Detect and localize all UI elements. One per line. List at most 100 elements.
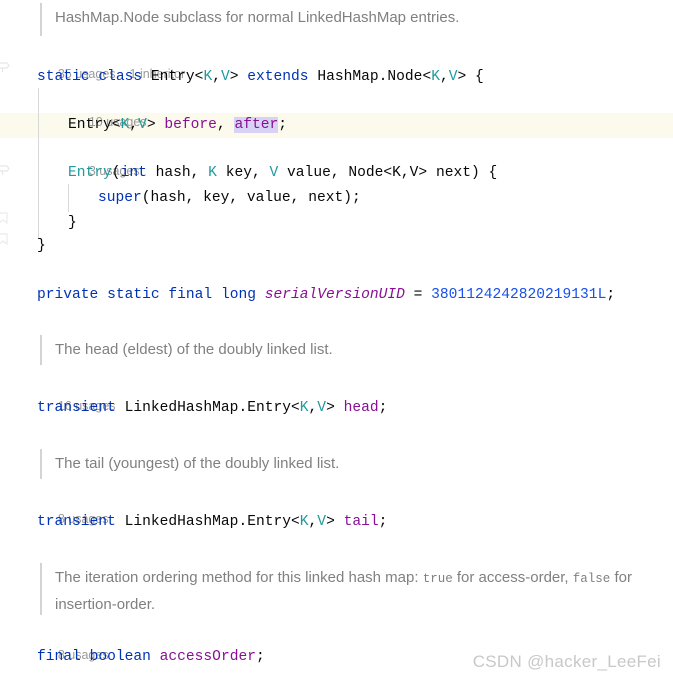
paren-close: ) — [471, 165, 480, 181]
field-before: before — [164, 117, 217, 133]
generic-param-k: K — [299, 514, 309, 530]
param-next: next — [435, 165, 471, 181]
doc-comment-head-field: The head (eldest) of the doubly linked l… — [40, 335, 648, 365]
bookmark-marker-icon[interactable] — [0, 211, 11, 226]
doc-text-mid: for access-order, — [452, 569, 573, 586]
type-linkedhashmap-entry: LinkedHashMap.Entry — [124, 514, 291, 530]
generic-param-k: K — [120, 117, 130, 133]
code-line-before-after-fields[interactable]: Entry<K,V> before, after; — [68, 113, 287, 138]
generic-close-bracket: > — [326, 514, 335, 530]
keyword-private: private — [37, 287, 99, 303]
semicolon: ; — [378, 514, 388, 530]
generic-close-bracket: > — [326, 400, 335, 416]
param-key: key — [225, 165, 252, 181]
keyword-boolean: boolean — [89, 649, 151, 665]
doc-literal-false: false — [572, 572, 611, 586]
code-line-head-declaration[interactable]: transient LinkedHashMap.Entry<K,V> head; — [37, 396, 387, 421]
code-line-super-call[interactable]: super(hash, key, value, next); — [98, 186, 361, 211]
code-line-serial-version-uid[interactable]: private static final long serialVersionU… — [37, 283, 615, 308]
generic-comma: , — [308, 514, 318, 530]
open-brace: { — [475, 69, 484, 85]
param-comma: , — [251, 165, 261, 181]
type-linkedhashmap-entry: LinkedHashMap.Entry — [124, 400, 291, 416]
generic-close-bracket: > — [229, 69, 239, 85]
close-brace: } — [37, 238, 46, 254]
keyword-static: static — [37, 69, 90, 85]
keyword-extends: extends — [247, 69, 309, 85]
generic-open-bracket: < — [291, 400, 300, 416]
open-brace: { — [488, 165, 498, 181]
doc-text: HashMap.Node subclass for normal LinkedH… — [55, 9, 460, 26]
csdn-watermark: CSDN @hacker_LeeFei — [472, 652, 661, 671]
field-tail: tail — [343, 514, 379, 530]
keyword-transient: transient — [37, 514, 116, 530]
class-name-entry: Entry — [150, 69, 195, 85]
code-line-class-declaration[interactable]: static class Entry<K,V> extends HashMap.… — [37, 65, 484, 90]
overridden-method-marker-icon[interactable] — [0, 163, 11, 178]
semicolon: ; — [606, 287, 616, 303]
param-type-node: Node<K,V> — [348, 165, 428, 181]
generic-comma: , — [129, 117, 139, 133]
code-content[interactable]: HashMap.Node subclass for normal LinkedH… — [0, 0, 673, 680]
keyword-transient: transient — [37, 400, 116, 416]
keyword-static: static — [107, 287, 160, 303]
param-type-v: V — [269, 165, 279, 181]
param-hash: hash — [155, 165, 191, 181]
field-access-order: accessOrder — [159, 649, 256, 665]
inheritor-marker-icon[interactable] — [0, 60, 11, 75]
editor-gutter[interactable] — [0, 0, 30, 680]
paren-open: ( — [111, 165, 121, 181]
generic-open-bracket: < — [422, 69, 432, 85]
doc-comment-tail-field: The tail (youngest) of the doubly linked… — [40, 449, 648, 479]
doc-comment-entry-class: HashMap.Node subclass for normal LinkedH… — [40, 3, 648, 36]
super-call-arguments: (hash, key, value, next); — [141, 190, 361, 206]
code-line-constructor-signature[interactable]: Entry(int hash, K key, V value, Node<K,V… — [68, 161, 497, 186]
keyword-int: int — [120, 165, 147, 181]
keyword-class: class — [98, 69, 143, 85]
code-line-close-constructor[interactable]: } — [68, 211, 77, 236]
doc-text: The tail (youngest) of the doubly linked… — [55, 455, 340, 472]
keyword-long: long — [220, 287, 256, 303]
constructor-name-entry: Entry — [68, 165, 112, 181]
code-line-close-class[interactable]: } — [37, 234, 46, 259]
doc-text: The head (eldest) of the doubly linked l… — [55, 341, 333, 358]
doc-text-prefix: The iteration ordering method for this l… — [55, 569, 423, 586]
code-line-tail-declaration[interactable]: transient LinkedHashMap.Entry<K,V> tail; — [37, 510, 387, 535]
generic-param-v: V — [317, 400, 327, 416]
param-type-k: K — [208, 165, 217, 181]
param-comma: , — [330, 165, 340, 181]
field-head: head — [343, 400, 379, 416]
generic-close-bracket: > — [146, 117, 156, 133]
close-brace: } — [68, 215, 77, 231]
keyword-final: final — [168, 287, 213, 303]
generic-param-k: K — [431, 69, 440, 85]
generic-param-k: K — [203, 69, 213, 85]
generic-open-bracket: < — [291, 514, 300, 530]
super-type-name: HashMap.Node — [317, 69, 423, 85]
equals-operator: = — [413, 287, 423, 303]
semicolon: ; — [255, 649, 265, 665]
generic-param-v: V — [448, 69, 458, 85]
generic-comma: , — [439, 69, 449, 85]
semicolon: ; — [278, 117, 288, 133]
type-entry: Entry — [68, 117, 112, 133]
code-editor-pane[interactable]: HashMap.Node subclass for normal LinkedH… — [0, 0, 673, 680]
generic-comma: , — [212, 69, 221, 85]
generic-param-v: V — [138, 117, 147, 133]
field-after-selected[interactable]: after — [234, 117, 279, 133]
generic-close-bracket: > — [457, 69, 467, 85]
literal-serial-version-value: 3801124242820219131L — [431, 287, 607, 303]
doc-literal-true: true — [422, 572, 453, 586]
generic-comma: , — [308, 400, 318, 416]
generic-open-bracket: < — [111, 117, 121, 133]
bookmark-marker-icon[interactable] — [0, 232, 11, 247]
code-line-access-order-declaration[interactable]: final boolean accessOrder; — [37, 645, 265, 670]
generic-param-v: V — [220, 69, 230, 85]
param-value: value — [287, 165, 331, 181]
generic-param-k: K — [299, 400, 309, 416]
param-comma: , — [190, 165, 200, 181]
generic-param-v: V — [317, 514, 327, 530]
doc-comment-access-order-field: The iteration ordering method for this l… — [40, 563, 665, 615]
semicolon: ; — [378, 400, 388, 416]
field-separator: , — [216, 117, 235, 133]
